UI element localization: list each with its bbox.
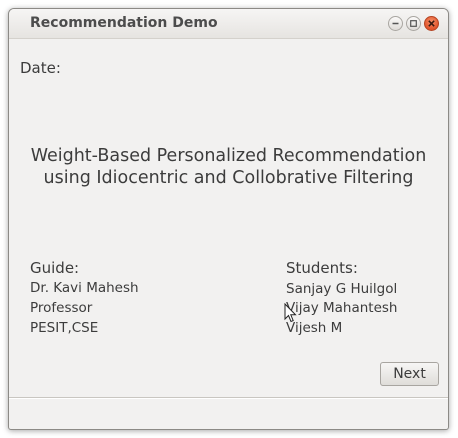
project-title: Weight-Based Personalized Recommendation… bbox=[9, 145, 448, 189]
close-button[interactable] bbox=[424, 16, 439, 31]
mouse-pointer-icon bbox=[284, 303, 297, 323]
guide-department: PESIT,CSE bbox=[30, 320, 99, 336]
maximize-button[interactable] bbox=[406, 16, 421, 31]
date-label: Date: bbox=[20, 59, 61, 77]
guide-title: Professor bbox=[30, 300, 93, 316]
app-window: Recommendation Demo Date: Weight-Based P… bbox=[8, 8, 449, 430]
minimize-icon bbox=[392, 22, 399, 25]
guide-heading: Guide: bbox=[30, 259, 80, 277]
student-name-1: Sanjay G Huilgol bbox=[286, 281, 398, 297]
students-heading: Students: bbox=[286, 259, 358, 277]
close-icon bbox=[428, 20, 435, 27]
guide-name: Dr. Kavi Mahesh bbox=[30, 280, 139, 296]
maximize-icon bbox=[410, 20, 417, 27]
status-separator bbox=[9, 397, 448, 399]
title-bar[interactable]: Recommendation Demo bbox=[9, 9, 448, 39]
project-title-line-2: using Idiocentric and Collobrative Filte… bbox=[43, 168, 414, 188]
minimize-button[interactable] bbox=[388, 16, 403, 31]
project-title-line-1: Weight-Based Personalized Recommendation bbox=[30, 146, 427, 166]
next-button[interactable]: Next bbox=[380, 362, 439, 386]
window-title: Recommendation Demo bbox=[30, 15, 218, 31]
student-name-2: Vijay Mahantesh bbox=[286, 300, 398, 316]
